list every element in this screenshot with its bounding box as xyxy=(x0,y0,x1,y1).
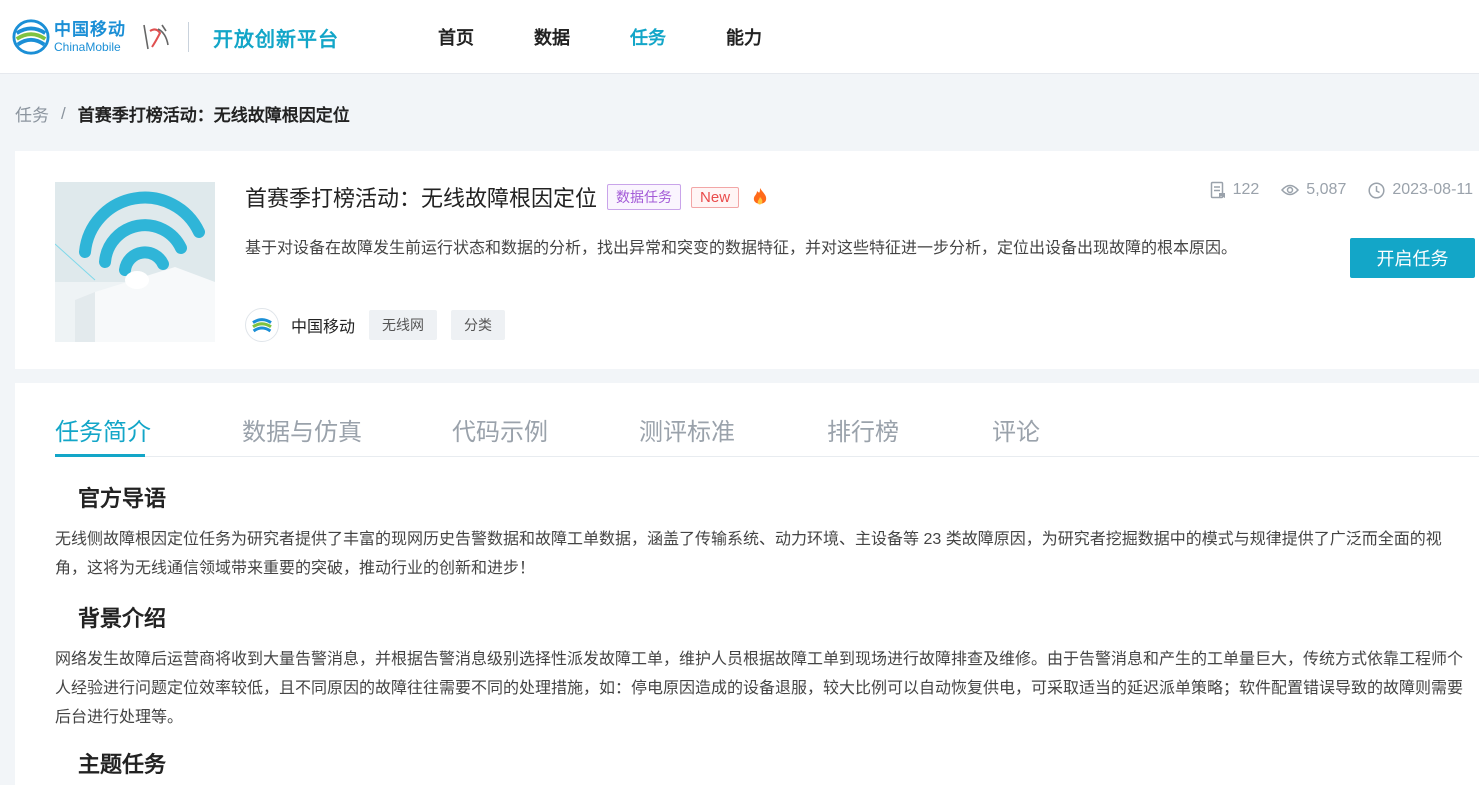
publish-date: 2023-08-11 xyxy=(1392,181,1473,198)
detail-tabs: 任务简介 数据与仿真 代码示例 测评标准 排行榜 评论 xyxy=(55,383,1479,457)
intro-heading: 官方导语 xyxy=(78,486,167,511)
logo-divider xyxy=(188,22,189,52)
breadcrumb-root-link[interactable]: 任务 xyxy=(15,101,49,126)
main-nav: 首页 数据 任务 能力 xyxy=(438,0,822,74)
task-stats: 122 5,087 2023-08-11 xyxy=(1188,181,1473,199)
breadcrumb-current: 首赛季打榜活动：无线故障根因定位 xyxy=(77,106,350,125)
platform-name: 开放创新平台 xyxy=(213,28,339,51)
background-heading: 背景介绍 xyxy=(78,606,167,631)
active-tab-indicator xyxy=(55,454,145,457)
tag-chip[interactable]: 分类 xyxy=(451,310,506,340)
brand-logo[interactable]: 中国移动 ChinaMobile 开放创新平台 xyxy=(12,16,339,58)
top-navbar: 中国移动 ChinaMobile 开放创新平台 首页 数据 任务 能力 xyxy=(0,0,1479,74)
task-title: 首赛季打榜活动：无线故障根因定位 xyxy=(245,186,598,211)
logo-en: ChinaMobile xyxy=(54,40,121,54)
nav-data[interactable]: 数据 xyxy=(534,24,570,50)
submissions-count: 122 xyxy=(1232,181,1260,198)
breadcrumb: 任务 / 首赛季打榜活动：无线故障根因定位 xyxy=(15,101,350,126)
new-badge: New xyxy=(691,186,740,208)
task-card: 首赛季打榜活动：无线故障根因定位 数据任务 New 基于对设备在故障发生前运行状… xyxy=(15,151,1479,369)
tab-evaluation[interactable]: 测评标准 xyxy=(639,412,735,447)
china-mobile-avatar-icon xyxy=(252,318,272,333)
task-thumbnail xyxy=(55,182,215,342)
date-stat: 2023-08-11 xyxy=(1368,181,1473,199)
background-paragraph: 网络发生故障后运营商将收到大量告警消息，并根据告警消息级别选择性派发故障工单，维… xyxy=(55,651,1464,726)
document-icon xyxy=(1210,181,1225,199)
tab-intro[interactable]: 任务简介 xyxy=(55,412,151,447)
china-mobile-logo-icon xyxy=(12,19,50,55)
fire-icon xyxy=(753,188,767,205)
views-stat: 5,087 xyxy=(1281,181,1346,199)
calligraphy-logo-icon xyxy=(143,24,169,50)
logo-text: 中国移动 ChinaMobile xyxy=(54,21,126,53)
nav-tasks[interactable]: 任务 xyxy=(630,24,666,50)
clock-icon xyxy=(1368,181,1385,199)
logo-cn: 中国移动 xyxy=(54,20,126,39)
task-type-badge: 数据任务 xyxy=(607,184,682,210)
breadcrumb-separator: / xyxy=(61,103,66,123)
tab-data-simulation[interactable]: 数据与仿真 xyxy=(242,412,362,447)
task-title-row: 首赛季打榜活动：无线故障根因定位 数据任务 New xyxy=(245,181,769,213)
nav-home[interactable]: 首页 xyxy=(438,24,474,50)
eye-icon xyxy=(1281,184,1300,196)
intro-paragraph: 无线侧故障根因定位任务为研究者提供了丰富的现网历史告警数据和故障工单数据，涵盖了… xyxy=(55,531,1442,577)
org-name: 中国移动 xyxy=(291,319,356,336)
submissions-stat: 122 xyxy=(1210,181,1260,199)
org-avatar xyxy=(245,308,279,342)
task-detail-panel: 任务简介 数据与仿真 代码示例 测评标准 排行榜 评论 官方导语 无线侧故障根因… xyxy=(15,383,1479,785)
task-org-row: 中国移动 无线网 分类 xyxy=(245,308,506,342)
theme-heading: 主题任务 xyxy=(78,752,167,777)
views-count: 5,087 xyxy=(1306,181,1347,198)
nav-capabilities[interactable]: 能力 xyxy=(726,24,762,50)
start-task-button[interactable]: 开启任务 xyxy=(1350,238,1475,278)
tab-code-examples[interactable]: 代码示例 xyxy=(452,412,548,447)
task-description: 基于对设备在故障发生前运行状态和数据的分析，找出异常和突变的数据特征，并对这些特… xyxy=(245,240,1238,257)
tab-comments[interactable]: 评论 xyxy=(992,412,1040,447)
tag-chip[interactable]: 无线网 xyxy=(369,310,438,340)
tab-leaderboard[interactable]: 排行榜 xyxy=(827,412,899,447)
